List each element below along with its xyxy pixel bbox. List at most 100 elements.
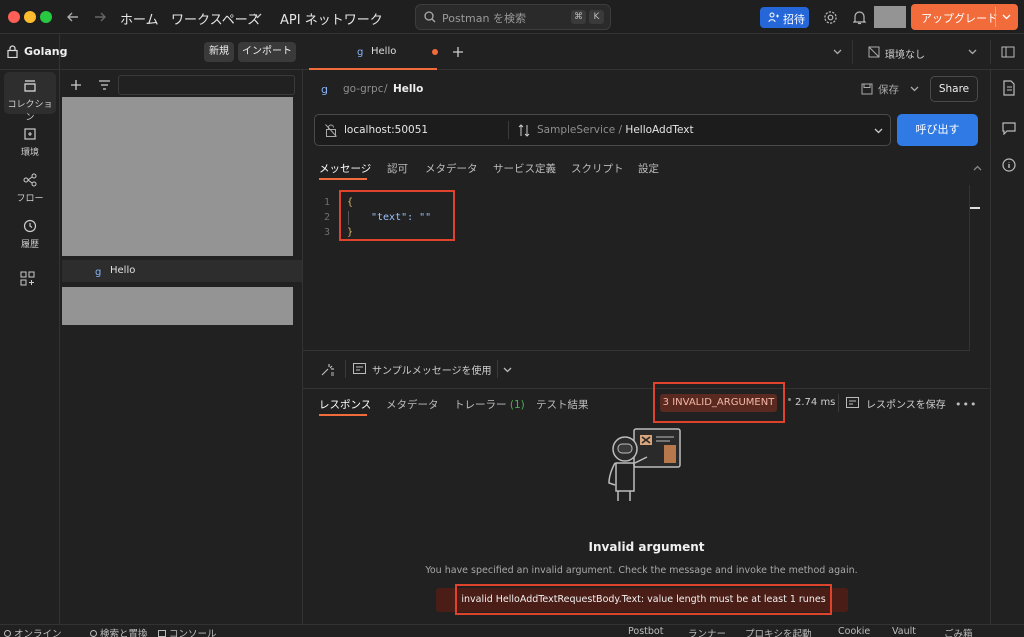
collapse-chevron-up-icon[interactable] (973, 165, 982, 171)
notification-bell-icon[interactable] (853, 10, 866, 25)
rail-item-flows[interactable]: フロー (0, 166, 60, 208)
more-options-icon[interactable]: ••• (955, 398, 977, 411)
active-tab-underline (319, 414, 367, 416)
save-button[interactable]: 保存 (856, 78, 925, 100)
chevron-down-icon[interactable] (874, 128, 883, 134)
astronaut-illustration-icon (604, 425, 684, 505)
chevron-down-icon[interactable] (833, 49, 842, 55)
save-icon (861, 83, 873, 95)
method-selector[interactable]: SampleService / HelloAddText (537, 124, 877, 138)
forward-arrow-icon[interactable] (93, 10, 107, 24)
search-icon (90, 630, 97, 637)
lock-icon (7, 45, 18, 58)
chevron-down-icon[interactable] (910, 86, 919, 92)
rail-item-history[interactable]: 履歴 (0, 212, 60, 254)
nav-api-network[interactable]: API ネットワーク (280, 9, 383, 28)
server-url-input[interactable]: localhost:50051 (344, 124, 428, 136)
tab-authorization[interactable]: 認可 (387, 161, 408, 176)
import-button[interactable]: インポート (238, 42, 296, 62)
nav-workspaces[interactable]: ワークスペース (171, 9, 260, 28)
status-online[interactable]: オンライン (4, 626, 62, 637)
save-response-button[interactable]: レスポンスを保存 (846, 394, 946, 412)
tab-hello[interactable]: g Hello (309, 34, 438, 70)
rail-label-history: 履歴 (20, 240, 39, 250)
filter-icon[interactable] (98, 80, 111, 90)
environment-selector[interactable]: 環境なし (863, 40, 988, 64)
use-sample-message-button[interactable]: サンプルメッセージを使用 (353, 360, 513, 378)
close-window-button[interactable] (8, 11, 20, 23)
tls-disabled-lock-icon[interactable] (325, 124, 337, 137)
tab-trailers[interactable]: トレーラー (1) (454, 397, 525, 412)
title-bar: ホーム ワークスペース API ネットワーク Postman を検索 ⌘ K 招… (0, 0, 1024, 34)
status-find-replace[interactable]: 検索と置換 (90, 626, 148, 637)
flow-icon (22, 172, 38, 188)
status-trash[interactable]: ごみ箱 (944, 626, 973, 637)
environment-quicklook-icon[interactable] (1001, 45, 1015, 59)
sample-message-label: サンプルメッセージを使用 (372, 366, 492, 377)
comments-icon[interactable] (1002, 121, 1016, 135)
workspace-name: Golang (24, 45, 68, 58)
svg-text:g: g (95, 267, 101, 277)
method-arrows-icon (518, 124, 530, 137)
add-widget-icon[interactable] (20, 271, 35, 286)
highlight-box-code (339, 190, 455, 241)
chevron-down-icon (968, 49, 977, 55)
url-bar: localhost:50051 SampleService / HelloAdd… (314, 114, 891, 146)
status-console[interactable]: コンソール (158, 626, 217, 637)
status-postbot[interactable]: Postbot (628, 626, 663, 637)
request-response-divider (303, 388, 990, 389)
toolbar-divider (345, 360, 346, 378)
breadcrumb-parent[interactable]: go-grpc (343, 83, 384, 95)
beautify-icon[interactable] (321, 363, 335, 376)
highlight-box-status (653, 382, 785, 423)
tab-divider (990, 40, 991, 64)
status-cookies[interactable]: Cookie (838, 626, 870, 637)
active-tab-underline (319, 178, 367, 180)
rail-item-environments[interactable]: 環境 (0, 120, 60, 162)
share-button[interactable]: Share (930, 76, 978, 102)
status-online-label: オンライン (14, 629, 62, 637)
svg-text:g: g (321, 83, 328, 96)
tab-response-metadata[interactable]: メタデータ (386, 397, 439, 412)
new-tab-plus-icon[interactable] (452, 46, 464, 58)
tab-scripts[interactable]: スクリプト (571, 161, 624, 176)
grpc-icon: g (95, 265, 105, 277)
tab-response[interactable]: レスポンス (319, 397, 371, 412)
tab-service-definition[interactable]: サービス定義 (493, 161, 556, 176)
documentation-icon[interactable] (1002, 80, 1016, 96)
invite-button[interactable]: 招待 (760, 7, 809, 28)
tab-test-results[interactable]: テスト結果 (536, 397, 589, 412)
online-icon (4, 630, 11, 637)
tab-message[interactable]: メッセージ (319, 161, 371, 176)
new-button[interactable]: 新規 (204, 42, 234, 62)
back-arrow-icon[interactable] (66, 10, 80, 24)
trailers-label: トレーラー (454, 399, 507, 411)
avatar[interactable] (874, 6, 906, 28)
settings-gear-icon[interactable] (823, 10, 838, 25)
upgrade-button[interactable]: アップグレード (911, 4, 1018, 30)
separator-dot (788, 398, 791, 401)
upgrade-label: アップグレード (921, 12, 998, 25)
scrollbar-marker[interactable] (970, 207, 980, 209)
chevron-down-icon[interactable] (1002, 14, 1011, 20)
unsaved-dot (432, 49, 438, 55)
chevron-down-icon[interactable] (253, 13, 262, 19)
status-runner[interactable]: ランナー (688, 626, 726, 637)
minimize-window-button[interactable] (24, 11, 36, 23)
search-input[interactable]: Postman を検索 ⌘ K (415, 4, 611, 30)
tab-metadata[interactable]: メタデータ (425, 161, 478, 176)
tab-bar: g Hello 環境なし (303, 34, 1024, 70)
add-user-icon (768, 12, 779, 23)
status-bar: オンライン 検索と置換 コンソール Postbot ランナー プロキシを起動 C… (0, 624, 1024, 637)
status-proxy[interactable]: プロキシを起動 (745, 626, 812, 637)
status-vault[interactable]: Vault (892, 626, 916, 637)
tree-item-hello[interactable]: g Hello (62, 260, 302, 282)
invoke-button[interactable]: 呼び出す (897, 114, 978, 146)
add-collection-icon[interactable] (70, 79, 82, 91)
rail-item-collections[interactable]: コレクション (4, 72, 56, 123)
tab-settings[interactable]: 設定 (638, 161, 659, 176)
maximize-window-button[interactable] (40, 11, 52, 23)
nav-home[interactable]: ホーム (120, 9, 159, 28)
info-icon[interactable] (1002, 158, 1016, 172)
collection-search-input[interactable] (118, 75, 295, 95)
